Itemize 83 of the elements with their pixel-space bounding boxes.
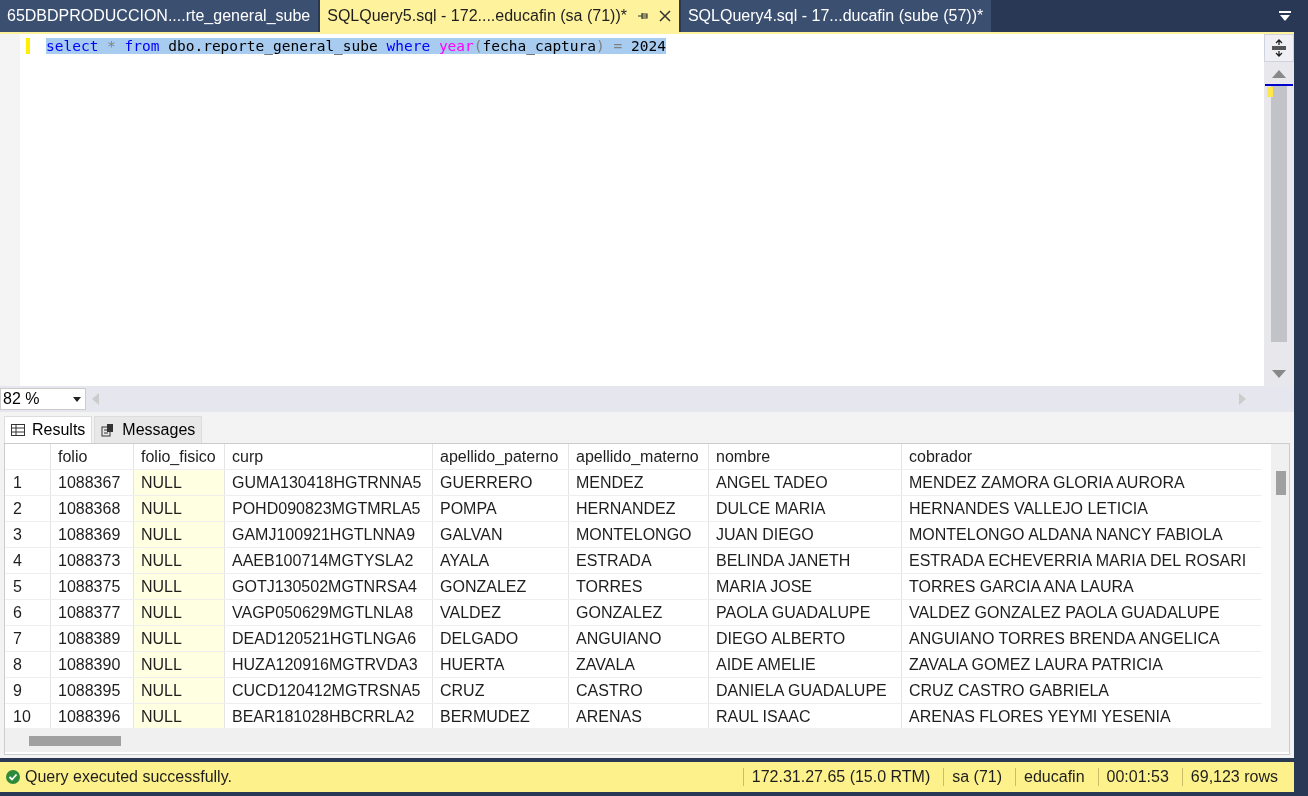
status-message: Query executed successfully. (25, 768, 232, 786)
table-cell: GONZALEZ (433, 574, 569, 599)
table-cell: VAGP050629MGTLNLA8 (225, 600, 433, 625)
table-cell: AYALA (433, 548, 569, 573)
row-count: 69,123 rows (1181, 768, 1294, 786)
table-cell: POMPA (433, 496, 569, 521)
table-cell: NULL (134, 470, 225, 495)
pin-icon[interactable] (636, 10, 649, 22)
table-cell: GAMJ100921HGTLNNA9 (225, 522, 433, 547)
table-cell: ANGUIANO (569, 626, 709, 651)
table-cell: NULL (134, 496, 225, 521)
zoom-dropdown[interactable]: 82 % (0, 388, 86, 410)
table-cell: DEAD120521HGTLNGA6 (225, 626, 433, 651)
document-tab[interactable]: SQLQuery5.sql - 172....educafin (sa (71))* (320, 0, 679, 32)
table-cell: GUMA130418HGTRNNA5 (225, 470, 433, 495)
table-cell: JUAN DIEGO (709, 522, 902, 547)
scrollbar-thumb[interactable] (1271, 86, 1287, 342)
table-cell: NULL (134, 652, 225, 677)
table-cell: NULL (134, 574, 225, 599)
dropdown-icon[interactable] (1278, 10, 1292, 22)
table-cell: DULCE MARIA (709, 496, 902, 521)
table-cell: HERNANDEZ (569, 496, 709, 521)
table-cell: AIDE AMELIE (709, 652, 902, 677)
row-number: 2 (5, 496, 51, 521)
close-icon[interactable] (658, 10, 671, 22)
results-tab[interactable]: Results (4, 416, 93, 443)
database-name: educafin (1015, 768, 1093, 786)
table-cell: CUCD120412MGTRSNA5 (225, 678, 433, 703)
document-tab[interactable]: SQLQuery4.sql - 17...ducafin (sube (57))* (680, 0, 992, 32)
table-cell: CRUZ (433, 678, 569, 703)
table-cell: DIEGO ALBERTO (709, 626, 902, 651)
table-cell: NULL (134, 626, 225, 651)
caret-position-marker (1265, 84, 1293, 86)
table-cell: CASTRO (569, 678, 709, 703)
document-icon (101, 423, 116, 437)
scroll-down-icon[interactable] (1272, 370, 1286, 378)
caret-icon (73, 396, 81, 402)
table-cell: ESTRADA (569, 548, 709, 573)
table-cell: PAOLA GUADALUPE (709, 600, 902, 625)
table-cell: MARIA JOSE (709, 574, 902, 599)
row-number: 6 (5, 600, 51, 625)
row-number: 8 (5, 652, 51, 677)
change-marker (1267, 87, 1273, 97)
table-cell: NULL (134, 704, 225, 728)
table-cell: DANIELA GUADALUPE (709, 678, 902, 703)
scroll-up-icon[interactable] (1272, 70, 1286, 78)
document-tab[interactable]: 65DBDPRODUCCION....rte_general_sube (0, 0, 319, 32)
table-cell: NULL (134, 678, 225, 703)
user-info: sa (71) (943, 768, 1011, 786)
row-number: 9 (5, 678, 51, 703)
row-number: 1 (5, 470, 51, 495)
row-number: 7 (5, 626, 51, 651)
table-cell: NULL (134, 548, 225, 573)
scrollbar-thumb[interactable] (29, 736, 121, 746)
table-cell: ZAVALA (569, 652, 709, 677)
table-cell: BELINDA JANETH (709, 548, 902, 573)
table-cell: GONZALEZ (569, 600, 709, 625)
table-cell: HUZA120916MGTRVDA3 (225, 652, 433, 677)
success-icon (6, 770, 20, 784)
table-cell: VALDEZ (433, 600, 569, 625)
table-cell: TORRES (569, 574, 709, 599)
row-number: 5 (5, 574, 51, 599)
split-icon[interactable] (1264, 34, 1294, 62)
change-marker (26, 38, 30, 54)
table-cell: ANGEL TADEO (709, 470, 902, 495)
grid-icon (11, 424, 25, 436)
row-number: 3 (5, 522, 51, 547)
table-cell: DELGADO (433, 626, 569, 651)
server-info: 172.31.27.65 (15.0 RTM) (742, 768, 939, 786)
table-cell: GALVAN (433, 522, 569, 547)
table-cell: NULL (134, 522, 225, 547)
table-cell: AAEB100714MGTYSLA2 (225, 548, 433, 573)
table-cell: NULL (134, 600, 225, 625)
elapsed-time: 00:01:53 (1097, 768, 1177, 786)
table-cell: GOTJ130502MGTNRSA4 (225, 574, 433, 599)
table-cell: MENDEZ (569, 470, 709, 495)
table-cell: GUERRERO (433, 470, 569, 495)
table-cell: HUERTA (433, 652, 569, 677)
table-cell: MONTELONGO (569, 522, 709, 547)
scrollbar-thumb[interactable] (1276, 471, 1286, 495)
results-tab[interactable]: Messages (94, 416, 203, 443)
table-cell: POHD090823MGTMRLA5 (225, 496, 433, 521)
row-number: 4 (5, 548, 51, 573)
